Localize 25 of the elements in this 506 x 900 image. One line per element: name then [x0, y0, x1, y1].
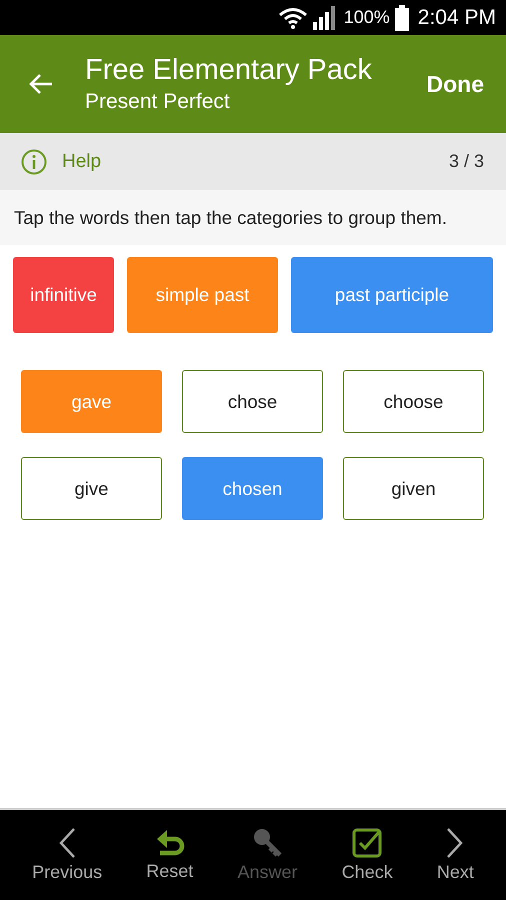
chevron-left-icon	[58, 828, 76, 858]
battery-percentage: 100%	[344, 7, 390, 28]
undo-icon	[154, 828, 185, 856]
category-button[interactable]: infinitive	[13, 257, 114, 333]
word-tile[interactable]: given	[343, 457, 484, 520]
wifi-icon	[278, 6, 308, 28]
chevron-right-icon	[446, 828, 464, 858]
previous-button[interactable]: Previous	[32, 828, 102, 882]
back-arrow-icon[interactable]	[28, 72, 54, 96]
word-tile[interactable]: give	[21, 457, 162, 520]
word-tile[interactable]: chose	[182, 370, 323, 433]
info-icon[interactable]	[21, 148, 47, 174]
word-tile[interactable]: choose	[343, 370, 484, 433]
next-button[interactable]: Next	[436, 828, 474, 882]
instruction-text: Tap the words then tap the categories to group them.	[14, 206, 447, 228]
app-title: Free Elementary Pack	[85, 53, 373, 88]
app-subtitle: Present Perfect	[85, 89, 231, 115]
progress-counter: 3 / 3	[448, 151, 484, 172]
done-button[interactable]: Done	[426, 70, 484, 98]
checkbox-icon	[352, 828, 382, 858]
clock-time: 2:04 PM	[418, 6, 496, 30]
key-icon	[252, 828, 282, 858]
reset-button[interactable]: Reset	[146, 828, 194, 882]
check-button[interactable]: Check	[342, 828, 393, 882]
battery-icon	[394, 4, 409, 30]
